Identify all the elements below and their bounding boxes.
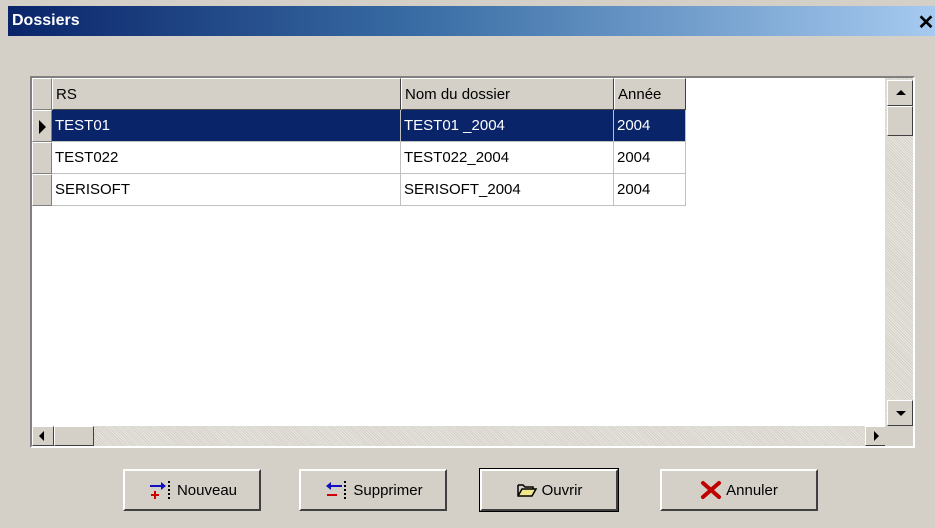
cell-annee[interactable]: 2004	[614, 110, 686, 142]
close-button[interactable]: ✕	[917, 12, 935, 34]
arrow-down-icon	[896, 411, 906, 416]
open-folder-icon	[516, 481, 538, 499]
scroll-up-button[interactable]	[887, 80, 913, 106]
horizontal-scroll-thumb[interactable]	[54, 426, 94, 446]
window-title: Dossiers	[12, 12, 80, 29]
delete-record-icon	[323, 480, 349, 500]
supprimer-button[interactable]: Supprimer	[299, 469, 447, 511]
dossiers-grid[interactable]: RS Nom du dossier Année TEST01 TEST01 _2…	[30, 76, 915, 448]
arrow-left-icon	[39, 431, 44, 441]
row-indicator[interactable]	[32, 110, 52, 142]
current-row-arrow-icon	[39, 120, 46, 134]
supprimer-label: Supprimer	[353, 481, 423, 499]
cell-rs[interactable]: TEST022	[52, 142, 401, 174]
arrow-up-icon	[896, 90, 906, 95]
row-indicator[interactable]	[32, 174, 52, 206]
grid-header-row: RS Nom du dossier Année	[32, 78, 687, 110]
title-bar[interactable]: Dossiers ✕	[8, 6, 935, 36]
scroll-left-button[interactable]	[32, 426, 54, 446]
annuler-label: Annuler	[726, 481, 778, 499]
header-indicator	[32, 78, 52, 110]
ouvrir-button[interactable]: Ouvrir	[479, 468, 619, 512]
annuler-button[interactable]: Annuler	[660, 469, 818, 511]
cell-nom-du-dossier[interactable]: SERISOFT_2004	[401, 174, 614, 206]
row-indicator[interactable]	[32, 142, 52, 174]
cell-annee[interactable]: 2004	[614, 142, 686, 174]
grid-viewport: RS Nom du dossier Année TEST01 TEST01 _2…	[32, 78, 887, 428]
table-row[interactable]: TEST022 TEST022_2004 2004	[32, 142, 687, 174]
scrollbar-corner	[885, 426, 913, 446]
vertical-scroll-thumb[interactable]	[887, 106, 913, 136]
cell-nom-du-dossier[interactable]: TEST01 _2004	[401, 110, 614, 142]
horizontal-scrollbar[interactable]	[32, 426, 887, 446]
nouveau-button[interactable]: Nouveau	[123, 469, 261, 511]
scroll-right-button[interactable]	[865, 426, 887, 446]
add-record-icon	[147, 480, 173, 500]
dialog-body: RS Nom du dossier Année TEST01 TEST01 _2…	[8, 36, 935, 528]
nouveau-label: Nouveau	[176, 481, 238, 499]
column-header-rs[interactable]: RS	[52, 78, 401, 110]
vertical-scrollbar[interactable]	[885, 78, 913, 428]
ouvrir-label: Ouvrir	[541, 481, 583, 499]
cell-rs[interactable]: TEST01	[52, 110, 401, 142]
cell-nom-du-dossier[interactable]: TEST022_2004	[401, 142, 614, 174]
scroll-down-button[interactable]	[887, 400, 913, 426]
red-x-icon	[700, 480, 722, 500]
cell-annee[interactable]: 2004	[614, 174, 686, 206]
arrow-right-icon	[874, 431, 879, 441]
column-header-nom-du-dossier[interactable]: Nom du dossier	[401, 78, 614, 110]
column-header-annee[interactable]: Année	[614, 78, 686, 110]
table-row[interactable]: TEST01 TEST01 _2004 2004	[32, 110, 687, 142]
table-row[interactable]: SERISOFT SERISOFT_2004 2004	[32, 174, 687, 206]
close-icon: ✕	[917, 12, 935, 34]
cell-rs[interactable]: SERISOFT	[52, 174, 401, 206]
